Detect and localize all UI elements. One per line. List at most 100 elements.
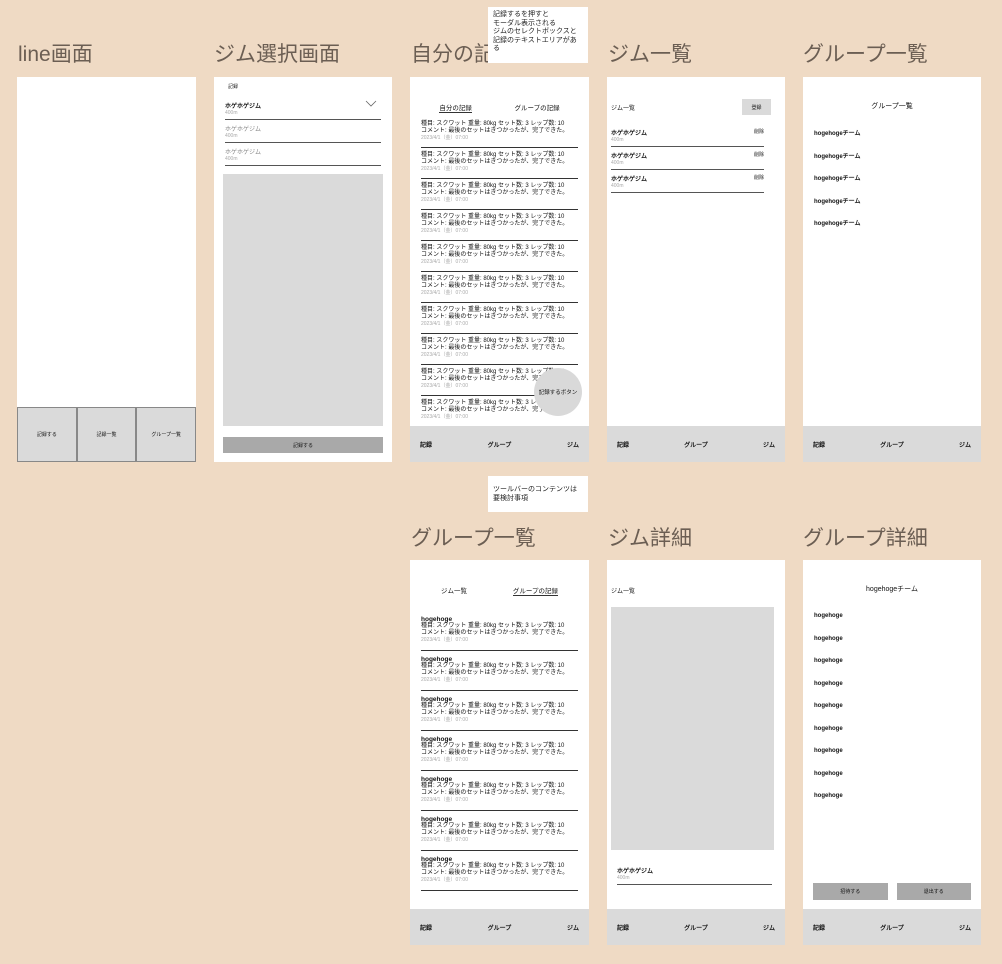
record-item[interactable]: 種目: スクワット 重量: 80kg セット数: 3 レップ数: 10 コメント:… xyxy=(421,272,578,303)
record-detail: 種目: スクワット 重量: 80kg セット数: 3 レップ数: 10 xyxy=(421,307,565,313)
team-item[interactable]: hogehogeチーム xyxy=(814,218,970,241)
group-list-header: グループ一覧 xyxy=(871,103,913,110)
tab-gym-list[interactable]: ジム一覧 xyxy=(441,585,467,611)
record-date: 2023/4/1（金）07:00 xyxy=(421,290,468,296)
line-record-button[interactable]: 記録する xyxy=(17,407,77,462)
gym-select-option[interactable]: ホゲホゲジム 400m xyxy=(225,143,381,166)
tab-record[interactable]: 記録 xyxy=(617,923,629,932)
gym-detail-header: ジム一覧 xyxy=(611,589,636,595)
gym-select-option[interactable]: ホゲホゲジム 400m xyxy=(225,120,381,143)
delete-button[interactable]: 削除 xyxy=(754,151,764,158)
gym-detail-item: ホゲホゲジム 400m xyxy=(617,862,772,885)
tab-record[interactable]: 記録 xyxy=(420,923,432,932)
gym-select-screen: 記録 ホゲホゲジム 400m ホゲホゲジム 400m ホゲホゲジム 400m 記… xyxy=(214,77,392,462)
register-button[interactable]: 登録 xyxy=(742,99,771,115)
delete-button[interactable]: 削除 xyxy=(754,128,764,135)
record-detail: 種目: スクワット 重量: 80kg セット数: 3 レップ数: 10 xyxy=(421,623,565,629)
record-item[interactable]: 種目: スクワット 重量: 80kg セット数: 3 レップ数: 10 コメント:… xyxy=(421,148,578,179)
tab-group[interactable]: グループ xyxy=(684,923,708,932)
group-list-screen: グループ一覧 hogehogeチーム hogehogeチーム hogehogeチ… xyxy=(803,77,981,462)
tab-group-records[interactable]: グループの記録 xyxy=(512,585,559,596)
member-item[interactable]: hogehoge xyxy=(814,703,970,726)
leave-button[interactable]: 退出する xyxy=(896,883,971,900)
record-item[interactable]: 種目: スクワット 重量: 80kg セット数: 3 レップ数: 10 コメント:… xyxy=(421,303,578,334)
group-record-item[interactable]: hogehoge 種目: スクワット 重量: 80kg セット数: 3 レップ数:… xyxy=(421,611,578,651)
gym-distance: 400m xyxy=(225,110,238,116)
tab-gym[interactable]: ジム xyxy=(763,440,775,449)
member-item[interactable]: hogehoge xyxy=(814,681,970,704)
record-item[interactable]: 種目: スクワット 重量: 80kg セット数: 3 レップ数: 10 コメント:… xyxy=(421,117,578,148)
record-date: 2023/4/1（金）07:00 xyxy=(421,797,468,803)
group-record-list: hogehoge 種目: スクワット 重量: 80kg セット数: 3 レップ数:… xyxy=(410,611,589,891)
tab-group[interactable]: グループ xyxy=(488,440,512,449)
record-item[interactable]: 種目: スクワット 重量: 80kg セット数: 3 レップ数: 10 コメント:… xyxy=(421,179,578,210)
team-item[interactable]: hogehogeチーム xyxy=(814,196,970,219)
submit-record-button[interactable]: 記録する xyxy=(223,437,383,453)
record-detail: 種目: スクワット 重量: 80kg セット数: 3 レップ数: 10 xyxy=(421,823,565,829)
member-item[interactable]: hogehoge xyxy=(814,748,970,771)
record-item[interactable]: 種目: スクワット 重量: 80kg セット数: 3 レップ数: 10 コメント:… xyxy=(421,334,578,365)
member-item[interactable]: hogehoge xyxy=(814,793,970,816)
tab-group[interactable]: グループ xyxy=(684,440,708,449)
tab-record[interactable]: 記録 xyxy=(813,923,825,932)
member-item[interactable]: hogehoge xyxy=(814,771,970,794)
gym-name: ホゲホゲジム xyxy=(617,869,654,875)
tab-group[interactable]: グループ xyxy=(488,923,512,932)
toolbar-note: ツールバーのコンテンツは 要検討事項 xyxy=(488,476,588,512)
gym-distance: 400m xyxy=(617,875,630,881)
record-comment: コメント: 最後のセットはきつかったが、完了できた。 xyxy=(421,128,569,134)
gym-select-option[interactable]: ホゲホゲジム 400m xyxy=(225,97,381,120)
line-record-list-button[interactable]: 記録一覧 xyxy=(76,407,137,462)
gym-list-item[interactable]: ホゲホゲジム 400m 削除 xyxy=(611,124,764,147)
team-item[interactable]: hogehogeチーム xyxy=(814,173,970,196)
record-detail: 種目: スクワット 重量: 80kg セット数: 3 レップ数: 10 xyxy=(421,245,565,251)
group-record-item[interactable]: hogehoge 種目: スクワット 重量: 80kg セット数: 3 レップ数:… xyxy=(421,731,578,771)
tab-record[interactable]: 記録 xyxy=(813,440,825,449)
record-date: 2023/4/1（金）07:00 xyxy=(421,637,468,643)
tab-group-records[interactable]: グループの記録 xyxy=(515,102,560,117)
gym-detail-screen: ジム一覧 ホゲホゲジム 400m 記録 グループ ジム xyxy=(607,560,785,945)
record-detail: 種目: スクワット 重量: 80kg セット数: 3 レップ数: 10 xyxy=(421,121,565,127)
member-item[interactable]: hogehoge xyxy=(814,658,970,681)
record-detail: 種目: スクワット 重量: 80kg セット数: 3 レップ数: 10 xyxy=(421,783,565,789)
tab-gym[interactable]: ジム xyxy=(959,923,971,932)
team-item[interactable]: hogehogeチーム xyxy=(814,128,970,151)
record-comment: コメント: 最後のセットはきつかったが、完了できた。 xyxy=(421,314,569,320)
tab-record[interactable]: 記録 xyxy=(420,440,432,449)
delete-button[interactable]: 削除 xyxy=(754,174,764,181)
tab-group[interactable]: グループ xyxy=(880,923,904,932)
gym-list-item[interactable]: ホゲホゲジム 400m 削除 xyxy=(611,170,764,193)
group-record-item[interactable]: hogehoge 種目: スクワット 重量: 80kg セット数: 3 レップ数:… xyxy=(421,851,578,891)
record-fab-button[interactable]: 記録するボタン xyxy=(534,368,582,416)
tab-my-records[interactable]: 自分の記録 xyxy=(439,102,472,113)
member-item[interactable]: hogehoge xyxy=(814,636,970,659)
tab-gym[interactable]: ジム xyxy=(959,440,971,449)
record-date: 2023/4/1（金）07:00 xyxy=(421,259,468,265)
record-comment: コメント: 最後のセットはきつかったが、完了できた。 xyxy=(421,159,569,165)
chevron-down-icon[interactable] xyxy=(365,100,377,108)
record-comment: コメント: 最後のセットはきつかったが、完了できた。 xyxy=(421,870,569,876)
record-item[interactable]: 種目: スクワット 重量: 80kg セット数: 3 レップ数: 10 コメント:… xyxy=(421,241,578,272)
modal-note: 記録するを押すと モーダル表示される ジムのセレクトボックスと 記録のテキストエ… xyxy=(488,7,588,63)
member-item[interactable]: hogehoge xyxy=(814,726,970,749)
invite-button[interactable]: 招待する xyxy=(813,883,888,900)
group-record-item[interactable]: hogehoge 種目: スクワット 重量: 80kg セット数: 3 レップ数:… xyxy=(421,771,578,811)
record-date: 2023/4/1（金）07:00 xyxy=(421,228,468,234)
group-record-item[interactable]: hogehoge 種目: スクワット 重量: 80kg セット数: 3 レップ数:… xyxy=(421,811,578,851)
member-item[interactable]: hogehoge xyxy=(814,613,970,636)
tab-group[interactable]: グループ xyxy=(880,440,904,449)
tab-record[interactable]: 記録 xyxy=(617,440,629,449)
record-date: 2023/4/1（金）07:00 xyxy=(421,757,468,763)
tab-gym[interactable]: ジム xyxy=(567,923,579,932)
tab-gym[interactable]: ジム xyxy=(763,923,775,932)
team-item[interactable]: hogehogeチーム xyxy=(814,151,970,174)
group-record-item[interactable]: hogehoge 種目: スクワット 重量: 80kg セット数: 3 レップ数:… xyxy=(421,691,578,731)
line-group-list-button[interactable]: グループ一覧 xyxy=(136,407,196,462)
record-item[interactable]: 種目: スクワット 重量: 80kg セット数: 3 レップ数: 10 コメント:… xyxy=(421,210,578,241)
record-textarea[interactable] xyxy=(223,174,383,426)
record-author: hogehoge xyxy=(421,616,453,623)
line-screen: 記録する 記録一覧 グループ一覧 xyxy=(17,77,196,462)
group-record-item[interactable]: hogehoge 種目: スクワット 重量: 80kg セット数: 3 レップ数:… xyxy=(421,651,578,691)
gym-list-item[interactable]: ホゲホゲジム 400m 削除 xyxy=(611,147,764,170)
tab-gym[interactable]: ジム xyxy=(567,440,579,449)
